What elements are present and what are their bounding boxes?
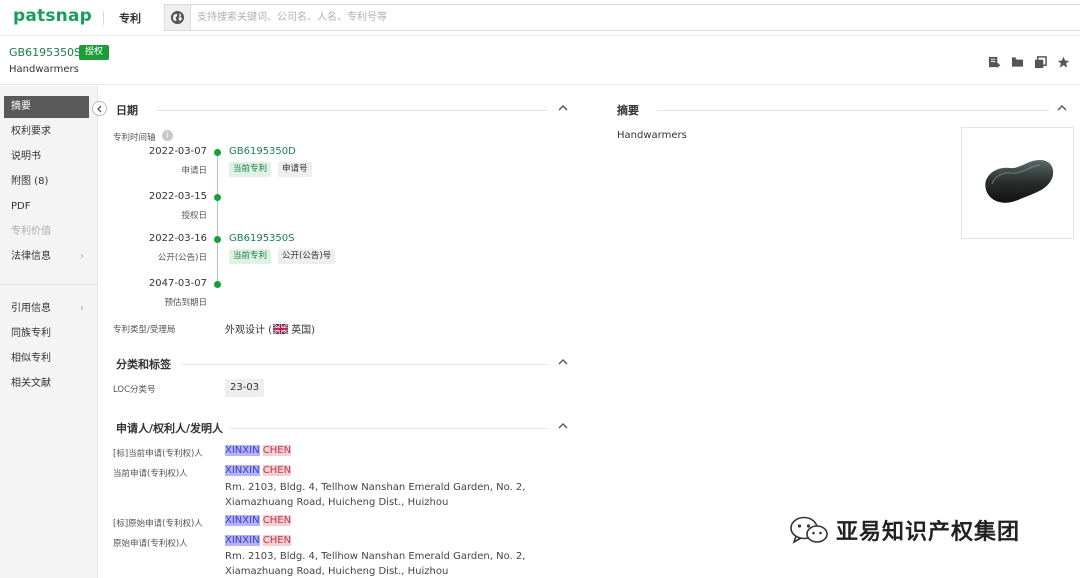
timeline-date-label: 申请日 bbox=[181, 166, 207, 176]
publication-no-tag: 公开(公告)号 bbox=[278, 249, 336, 264]
sidebar-item-citations[interactable]: 引用信息 › bbox=[0, 298, 98, 320]
sidebar: 摘要 权利要求 说明书 附图 (8) PDF 专利价值 法律信息 › 引用信息 › … bbox=[0, 86, 98, 578]
timeline-label: 专利时间轴 bbox=[113, 133, 156, 143]
sidebar-item-abstract[interactable]: 摘要 bbox=[4, 96, 89, 118]
classification-section-header: 分类和标签 bbox=[116, 356, 570, 372]
party-name[interactable]: XINXIN CHEN bbox=[225, 445, 292, 456]
timeline-date: 2022-03-16 bbox=[148, 233, 207, 244]
party-label: [标]原始申请(专利权)人 bbox=[113, 519, 203, 529]
name-last: CHEN bbox=[262, 465, 292, 476]
party-address: Rm. 2103, Bldg. 4, Tellhow Nanshan Emera… bbox=[225, 551, 526, 577]
name-first: XINXIN bbox=[225, 445, 260, 456]
uk-flag-icon bbox=[273, 323, 289, 334]
application-no-tag: 申请号 bbox=[278, 162, 312, 177]
patent-type-text: 外观设计 ( bbox=[225, 325, 273, 336]
patent-drawing-thumbnail[interactable] bbox=[961, 127, 1074, 239]
dates-section-header: 日期 bbox=[116, 102, 570, 118]
name-last: CHEN bbox=[262, 535, 292, 546]
watermark-text: 亚易知识产权集团 bbox=[836, 520, 1021, 545]
party-label: [标]当前申请(专利权)人 bbox=[113, 449, 203, 459]
name-first: XINXIN bbox=[225, 515, 260, 526]
patent-number: GB6195350S bbox=[9, 46, 82, 59]
party-name[interactable]: XINXIN CHEN bbox=[225, 535, 292, 546]
timeline-date-label: 预估到期日 bbox=[164, 298, 207, 308]
timeline-date: 2022-03-15 bbox=[148, 191, 207, 202]
party-label: 当前申请(专利权)人 bbox=[113, 469, 188, 479]
sidebar-item-drawings[interactable]: 附图 (8) bbox=[0, 171, 98, 193]
name-last: CHEN bbox=[262, 515, 292, 526]
chevron-up-icon[interactable] bbox=[1057, 103, 1067, 113]
section-title: 分类和标签 bbox=[116, 356, 177, 372]
search-input[interactable] bbox=[197, 5, 1057, 30]
country-text: 英国) bbox=[291, 325, 315, 336]
name-first: XINXIN bbox=[225, 535, 260, 546]
party-name[interactable]: XINXIN CHEN bbox=[225, 465, 292, 476]
abstract-section-header: 摘要 bbox=[617, 102, 1071, 118]
sidebar-item-value: 专利价值 bbox=[11, 226, 51, 237]
sidebar-divider bbox=[0, 284, 98, 285]
current-patent-tag: 当前专利 bbox=[229, 162, 272, 177]
publication-number-link[interactable]: GB6195350S bbox=[229, 233, 295, 244]
sidebar-item-legal[interactable]: 法律信息 › bbox=[0, 246, 98, 268]
sidebar-item-description[interactable]: 说明书 bbox=[0, 146, 98, 168]
party-name[interactable]: XINXIN CHEN bbox=[225, 515, 292, 526]
timeline-dot bbox=[214, 194, 221, 201]
folder-icon[interactable] bbox=[1010, 55, 1024, 69]
chevron-right-icon: › bbox=[80, 251, 84, 262]
chevron-up-icon[interactable] bbox=[558, 357, 568, 367]
timeline-date-label: 授权日 bbox=[181, 211, 207, 221]
status-badge: 授权 bbox=[79, 45, 110, 60]
section-title: 日期 bbox=[116, 102, 144, 118]
timeline-dot bbox=[214, 149, 221, 156]
patent-header: GB6195350S 授权 Handwarmers bbox=[0, 37, 1080, 85]
wechat-icon bbox=[790, 516, 828, 544]
timeline-dot bbox=[214, 236, 221, 243]
copy-icon[interactable] bbox=[1033, 55, 1047, 69]
timeline-date: 2022-03-07 bbox=[148, 146, 207, 157]
globe-icon[interactable] bbox=[165, 5, 191, 30]
header-actions bbox=[987, 55, 1070, 69]
collapse-sidebar-button[interactable] bbox=[92, 101, 107, 116]
patent-title: Handwarmers bbox=[9, 64, 79, 75]
sidebar-item-literature[interactable]: 相关文献 bbox=[0, 373, 98, 395]
chevron-up-icon[interactable] bbox=[558, 421, 568, 431]
timeline-dot bbox=[214, 281, 221, 288]
parties-section-header: 申请人/权利人/发明人 bbox=[116, 420, 570, 436]
chevron-up-icon[interactable] bbox=[558, 103, 568, 113]
nav-patent[interactable]: 专利 bbox=[119, 10, 141, 26]
loc-label: LOC分类号 bbox=[113, 385, 156, 395]
party-label: 原始申请(专利权)人 bbox=[113, 539, 188, 549]
abstract-text: Handwarmers bbox=[617, 130, 687, 141]
timeline-date-label: 公开(公告)日 bbox=[157, 253, 207, 263]
name-last: CHEN bbox=[262, 445, 292, 456]
chevron-right-icon: › bbox=[80, 303, 84, 314]
search-bar bbox=[164, 4, 1080, 31]
name-first: XINXIN bbox=[225, 465, 260, 476]
section-title: 摘要 bbox=[617, 102, 645, 118]
timeline-date: 2047-03-07 bbox=[148, 278, 207, 289]
edit-note-icon[interactable] bbox=[987, 55, 1001, 69]
loc-value-tag[interactable]: 23-03 bbox=[225, 379, 265, 397]
sidebar-item-claims[interactable]: 权利要求 bbox=[0, 121, 98, 143]
party-address: Rm. 2103, Bldg. 4, Tellhow Nanshan Emera… bbox=[225, 482, 526, 508]
sidebar-item-similar[interactable]: 相似专利 bbox=[0, 348, 98, 370]
patent-type-value: 外观设计 ( 英国) bbox=[225, 321, 315, 336]
sidebar-item-pdf[interactable]: PDF bbox=[0, 196, 98, 218]
star-icon[interactable] bbox=[1056, 55, 1070, 69]
divider bbox=[103, 11, 104, 25]
patent-type-label: 专利类型/受理局 bbox=[113, 325, 176, 335]
application-number-link[interactable]: GB6195350D bbox=[229, 146, 296, 157]
section-title: 申请人/权利人/发明人 bbox=[116, 420, 230, 436]
sidebar-item-family[interactable]: 同族专利 bbox=[0, 323, 98, 345]
watermark: 亚易知识产权集团 bbox=[788, 515, 1020, 545]
info-icon[interactable]: i bbox=[162, 130, 173, 141]
top-bar: patsnap 专利 bbox=[0, 0, 1080, 36]
patsnap-logo[interactable]: patsnap bbox=[13, 6, 92, 26]
sidebar-item-label: 法律信息 bbox=[11, 251, 51, 262]
current-patent-tag: 当前专利 bbox=[229, 249, 272, 264]
sidebar-item-label: 引用信息 bbox=[11, 303, 51, 314]
timeline-line bbox=[217, 153, 218, 284]
